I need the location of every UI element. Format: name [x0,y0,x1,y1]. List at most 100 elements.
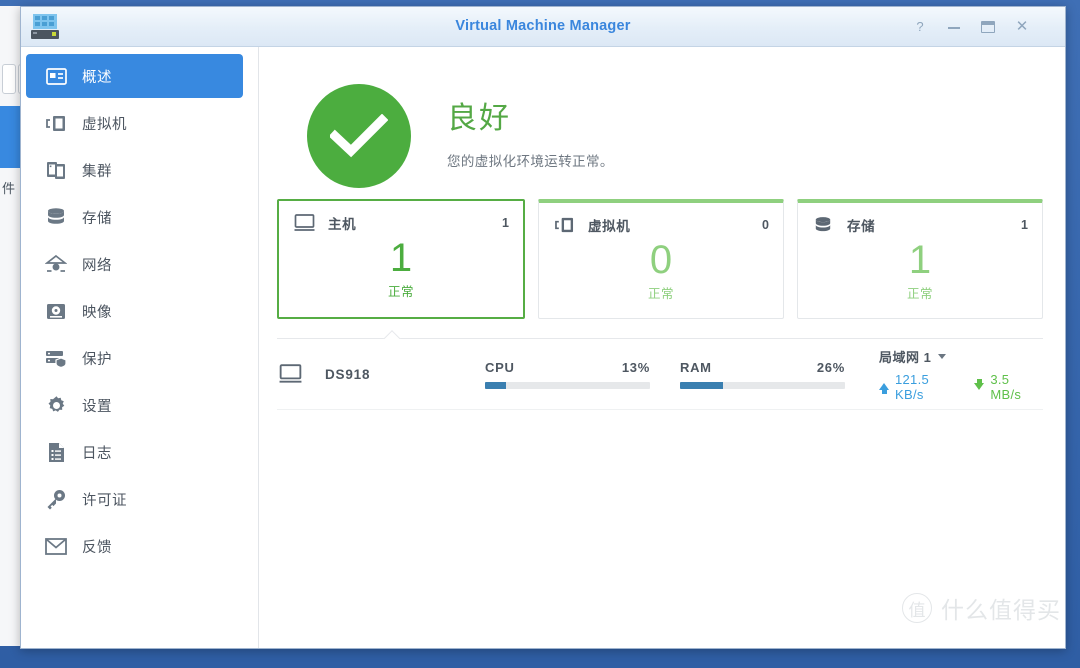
status-card-host[interactable]: 主机 1 1 正常 [277,199,525,319]
window-body: 概述 虚拟机 集群 存储 网络 映像 保护 设置 日志 许可证 反馈 良好 您的… [21,47,1065,648]
sidebar-item-label: 概述 [82,69,112,86]
chevron-down-icon [938,353,947,359]
watermark-logo-icon: 值 [902,593,932,623]
cpu-progress-track [485,381,650,389]
sidebar-item-label: 存储 [82,210,112,227]
card-title: 存储 [847,219,876,234]
network-metric: 局域网 1 121.5 KB/s 3.5 MB/s [879,347,1043,402]
overview-card-icon [44,64,68,88]
sidebar-item-label: 日志 [82,445,112,462]
health-text-group: 良好 您的虚拟化环境运转正常。 [447,102,614,171]
sidebar-item-feedback[interactable]: 反馈 [26,524,243,568]
sidebar-item-log[interactable]: 日志 [26,430,243,474]
protection-shield-icon [44,346,68,370]
sidebar-item-settings[interactable]: 设置 [26,383,243,427]
check-circle-icon [307,84,411,188]
sidebar-item-label: 设置 [82,398,112,415]
card-state-label: 正常 [906,287,933,301]
health-status-banner: 良好 您的虚拟化环境运转正常。 [259,47,1065,197]
sidebar-item-label: 许可证 [82,492,127,509]
ram-metric-header: RAM 26% [680,360,845,375]
sidebar-item-label: 映像 [82,304,112,321]
virtual-machine-icon [553,214,575,236]
sidebar-item-storage[interactable]: 存储 [26,195,243,239]
sidebar-item-overview[interactable]: 概述 [26,54,243,98]
question-mark-icon: ? [916,19,924,34]
cluster-icon [44,158,68,182]
close-icon: ✕ [1015,18,1029,35]
sidebar-item-cluster[interactable]: 集群 [26,148,243,192]
gear-icon [44,393,68,417]
monitor-icon [293,212,315,234]
network-icon [44,252,68,276]
upload-rate-value: 121.5 KB/s [895,371,930,402]
log-document-icon [44,440,68,464]
cpu-value: 13% [621,359,650,375]
ram-progress-fill [680,381,723,389]
bottom-divider [277,409,1043,410]
sidebar-item-label: 反馈 [82,539,112,556]
maximize-button[interactable] [977,16,999,38]
cpu-metric: CPU 13% [485,360,650,389]
sidebar-item-network[interactable]: 网络 [26,242,243,286]
watermark: 值 什么值得买 [902,591,1061,625]
card-count: 1 [502,216,509,230]
ram-value: 26% [816,359,845,375]
sidebar-item-label: 网络 [82,257,112,274]
selected-card-connector [277,338,1043,339]
key-icon [44,487,68,511]
status-card-virtual-machine[interactable]: 虚拟机 0 0 正常 [538,199,784,319]
application-window: Virtual Machine Manager ? ✕ 概述 虚拟机 集群 存储… [20,6,1066,649]
image-disc-icon [44,299,68,323]
close-button[interactable]: ✕ [1011,16,1033,38]
download-rate: 3.5 MB/s [974,372,1043,402]
sidebar-item-virtual-machine[interactable]: 虚拟机 [26,101,243,145]
arrow-down-icon [974,379,985,390]
status-cards-row: 主机 1 1 正常 虚拟机 0 0 正常 存储 1 1 正常 [259,199,1065,319]
minimize-button[interactable] [943,16,965,38]
ram-metric: RAM 26% [680,360,845,389]
watermark-text: 什么值得买 [941,597,1061,623]
sidebar-item-protection[interactable]: 保护 [26,336,243,380]
cpu-progress-fill [485,381,507,389]
card-big-number: 0 [649,238,673,282]
overview-content: 良好 您的虚拟化环境运转正常。 主机 1 1 正常 虚拟机 0 0 正常 存储 … [259,47,1065,648]
card-state-label: 正常 [647,287,674,301]
card-title: 主机 [328,217,357,232]
card-header: 存储 1 [798,203,1042,236]
card-count: 0 [762,218,769,232]
card-title: 虚拟机 [588,219,631,234]
card-state-label: 正常 [387,285,414,299]
storage-disks-icon [44,205,68,229]
ram-progress-track [680,381,845,389]
card-header: 虚拟机 0 [539,203,783,236]
caret-up-icon [383,329,401,339]
card-header: 主机 1 [279,201,523,234]
desktop-tile [2,64,16,94]
network-interface-selector[interactable]: 局域网 1 [879,347,1043,366]
window-titlebar: Virtual Machine Manager ? ✕ [21,7,1065,47]
network-interface-label: 局域网 1 [879,349,932,365]
cpu-metric-header: CPU 13% [485,360,650,375]
status-card-storage[interactable]: 存储 1 1 正常 [797,199,1043,319]
sidebar-item-license[interactable]: 许可证 [26,477,243,521]
card-big-number: 1 [908,238,932,282]
help-button[interactable]: ? [909,16,931,38]
minimize-icon [948,27,960,29]
maximize-icon [981,21,995,33]
envelope-icon [44,534,68,558]
sidebar-item-label: 虚拟机 [82,116,127,133]
ram-label: RAM [680,359,712,375]
monitor-icon [277,361,303,387]
card-big-number: 1 [389,236,413,280]
host-detail-row[interactable]: DS918 CPU 13% RAM 26% 局域网 1 121.5 KB/s 3… [259,339,1065,409]
upload-rate: 121.5 KB/s [879,372,960,402]
card-count: 1 [1021,218,1028,232]
download-rate-value: 3.5 MB/s [990,371,1022,402]
sidebar-item-image[interactable]: 映像 [26,289,243,333]
sidebar-item-label: 保护 [82,351,112,368]
cpu-label: CPU [485,359,515,375]
health-title: 良好 [447,101,511,135]
virtual-machine-icon [44,111,68,135]
health-subtitle: 您的虚拟化环境运转正常。 [447,154,614,170]
